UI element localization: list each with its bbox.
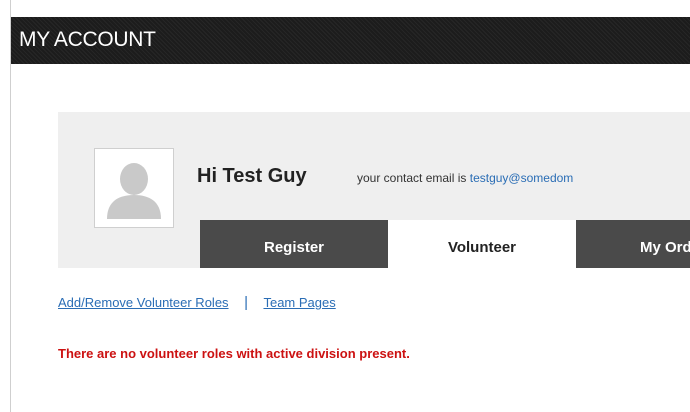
header-bar: MY ACCOUNT [11, 17, 690, 64]
page-frame: MY ACCOUNT Hi Test Guy your contact emai… [10, 0, 690, 412]
add-remove-volunteer-roles-link[interactable]: Add/Remove Volunteer Roles [58, 295, 229, 310]
contact-email-link[interactable]: testguy@somedom [470, 171, 574, 185]
account-tabs: Register Volunteer My Orde [200, 220, 690, 268]
profile-panel: Hi Test Guy your contact email is testgu… [58, 112, 690, 268]
tab-volunteer[interactable]: Volunteer [388, 220, 576, 268]
contact-line: your contact email is testguy@somedom [357, 171, 573, 185]
no-roles-message: There are no volunteer roles with active… [58, 346, 410, 361]
team-pages-link[interactable]: Team Pages [263, 295, 335, 310]
contact-prefix: your contact email is [357, 171, 467, 185]
greeting-text: Hi Test Guy [197, 165, 307, 187]
link-separator: | [244, 294, 249, 311]
volunteer-links: Add/Remove Volunteer Roles | Team Pages [58, 294, 336, 311]
user-silhouette-icon [95, 149, 173, 227]
page-title: MY ACCOUNT [19, 28, 156, 51]
tab-register[interactable]: Register [200, 220, 388, 268]
tab-my-orders[interactable]: My Orde [576, 220, 690, 268]
avatar [94, 148, 174, 228]
